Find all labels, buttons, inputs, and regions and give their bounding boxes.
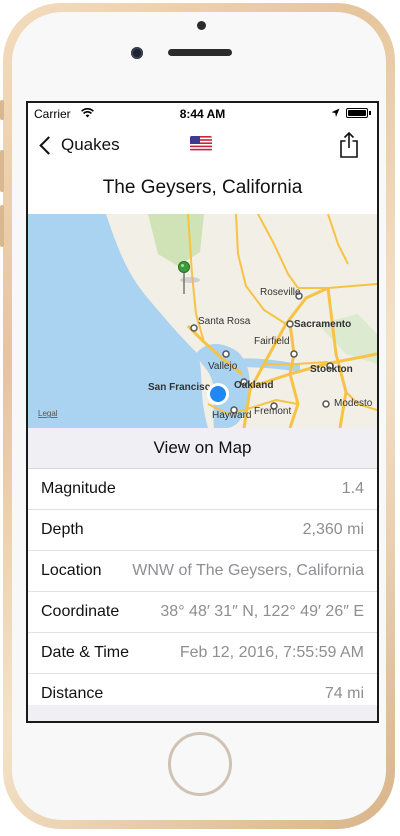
detail-value: WNW of The Geysers, California <box>132 562 364 579</box>
detail-value: 2,360 mi <box>302 521 364 538</box>
map-label-roseville: Roseville <box>260 287 301 298</box>
map-label-oakland: Oakland <box>234 380 273 391</box>
map-label-vallejo: Vallejo <box>208 361 238 372</box>
volume-down-button <box>0 205 4 247</box>
table-footer <box>28 705 377 721</box>
home-button[interactable] <box>168 732 232 796</box>
view-on-map-button[interactable]: View on Map <box>28 428 377 469</box>
table-row: Magnitude 1.4 <box>28 469 377 510</box>
detail-key: Coordinate <box>41 603 120 620</box>
battery-icon <box>346 108 368 118</box>
map-label-stockton: Stockton <box>310 364 353 375</box>
table-row: Depth 2,360 mi <box>28 510 377 551</box>
earpiece-speaker <box>168 49 232 56</box>
status-bar: Carrier 8:44 AM <box>28 103 377 123</box>
sensor-dot <box>197 21 206 30</box>
map-label-hayward: Hayward <box>212 410 251 421</box>
map-label-fremont: Fremont <box>254 406 291 417</box>
mute-switch <box>0 100 4 120</box>
detail-key: Distance <box>41 685 104 702</box>
app-screen: Carrier 8:44 AM Quakes The Geysers, Cali… <box>26 101 379 723</box>
table-row: Location WNW of The Geysers, California <box>28 551 377 592</box>
table-row: Coordinate 38° 48′ 31″ N, 122° 49′ 26″ E <box>28 592 377 633</box>
detail-value: Feb 12, 2016, 7:55:59 AM <box>179 644 364 661</box>
chevron-left-icon <box>39 135 58 155</box>
detail-key: Magnitude <box>41 480 116 497</box>
location-arrow-icon <box>331 108 340 117</box>
navigation-bar: Quakes <box>28 123 377 167</box>
detail-key: Location <box>41 562 102 579</box>
map-legal-link[interactable]: Legal <box>38 409 58 418</box>
clock: 8:44 AM <box>179 107 226 121</box>
battery-tip <box>369 111 371 115</box>
map-view[interactable]: Roseville Santa Rosa Sacramento Fairfiel… <box>28 214 377 428</box>
back-button[interactable]: Quakes <box>36 133 120 157</box>
detail-key: Depth <box>41 521 84 538</box>
detail-value: 74 mi <box>324 685 364 702</box>
us-flag-icon <box>190 136 212 151</box>
table-row: Date & Time Feb 12, 2016, 7:55:59 AM <box>28 633 377 674</box>
back-label: Quakes <box>61 135 120 154</box>
page-title: The Geysers, California <box>102 177 303 198</box>
details-table: Magnitude 1.4 Depth 2,360 mi Location WN… <box>28 469 377 715</box>
map-label-fairfield: Fairfield <box>254 336 290 347</box>
detail-value: 38° 48′ 31″ N, 122° 49′ 26″ E <box>160 603 364 620</box>
share-icon[interactable] <box>338 131 360 159</box>
detail-value: 1.4 <box>341 480 364 497</box>
detail-key: Date & Time <box>41 644 130 661</box>
map-label-san-francisco: San Francisco <box>148 382 216 393</box>
volume-up-button <box>0 150 4 192</box>
map-label-modesto: Modesto <box>334 398 373 409</box>
map-label-sacramento: Sacramento <box>294 319 351 330</box>
map-label-santa-rosa: Santa Rosa <box>198 316 251 327</box>
current-location-icon <box>207 383 229 405</box>
front-camera <box>131 47 143 59</box>
